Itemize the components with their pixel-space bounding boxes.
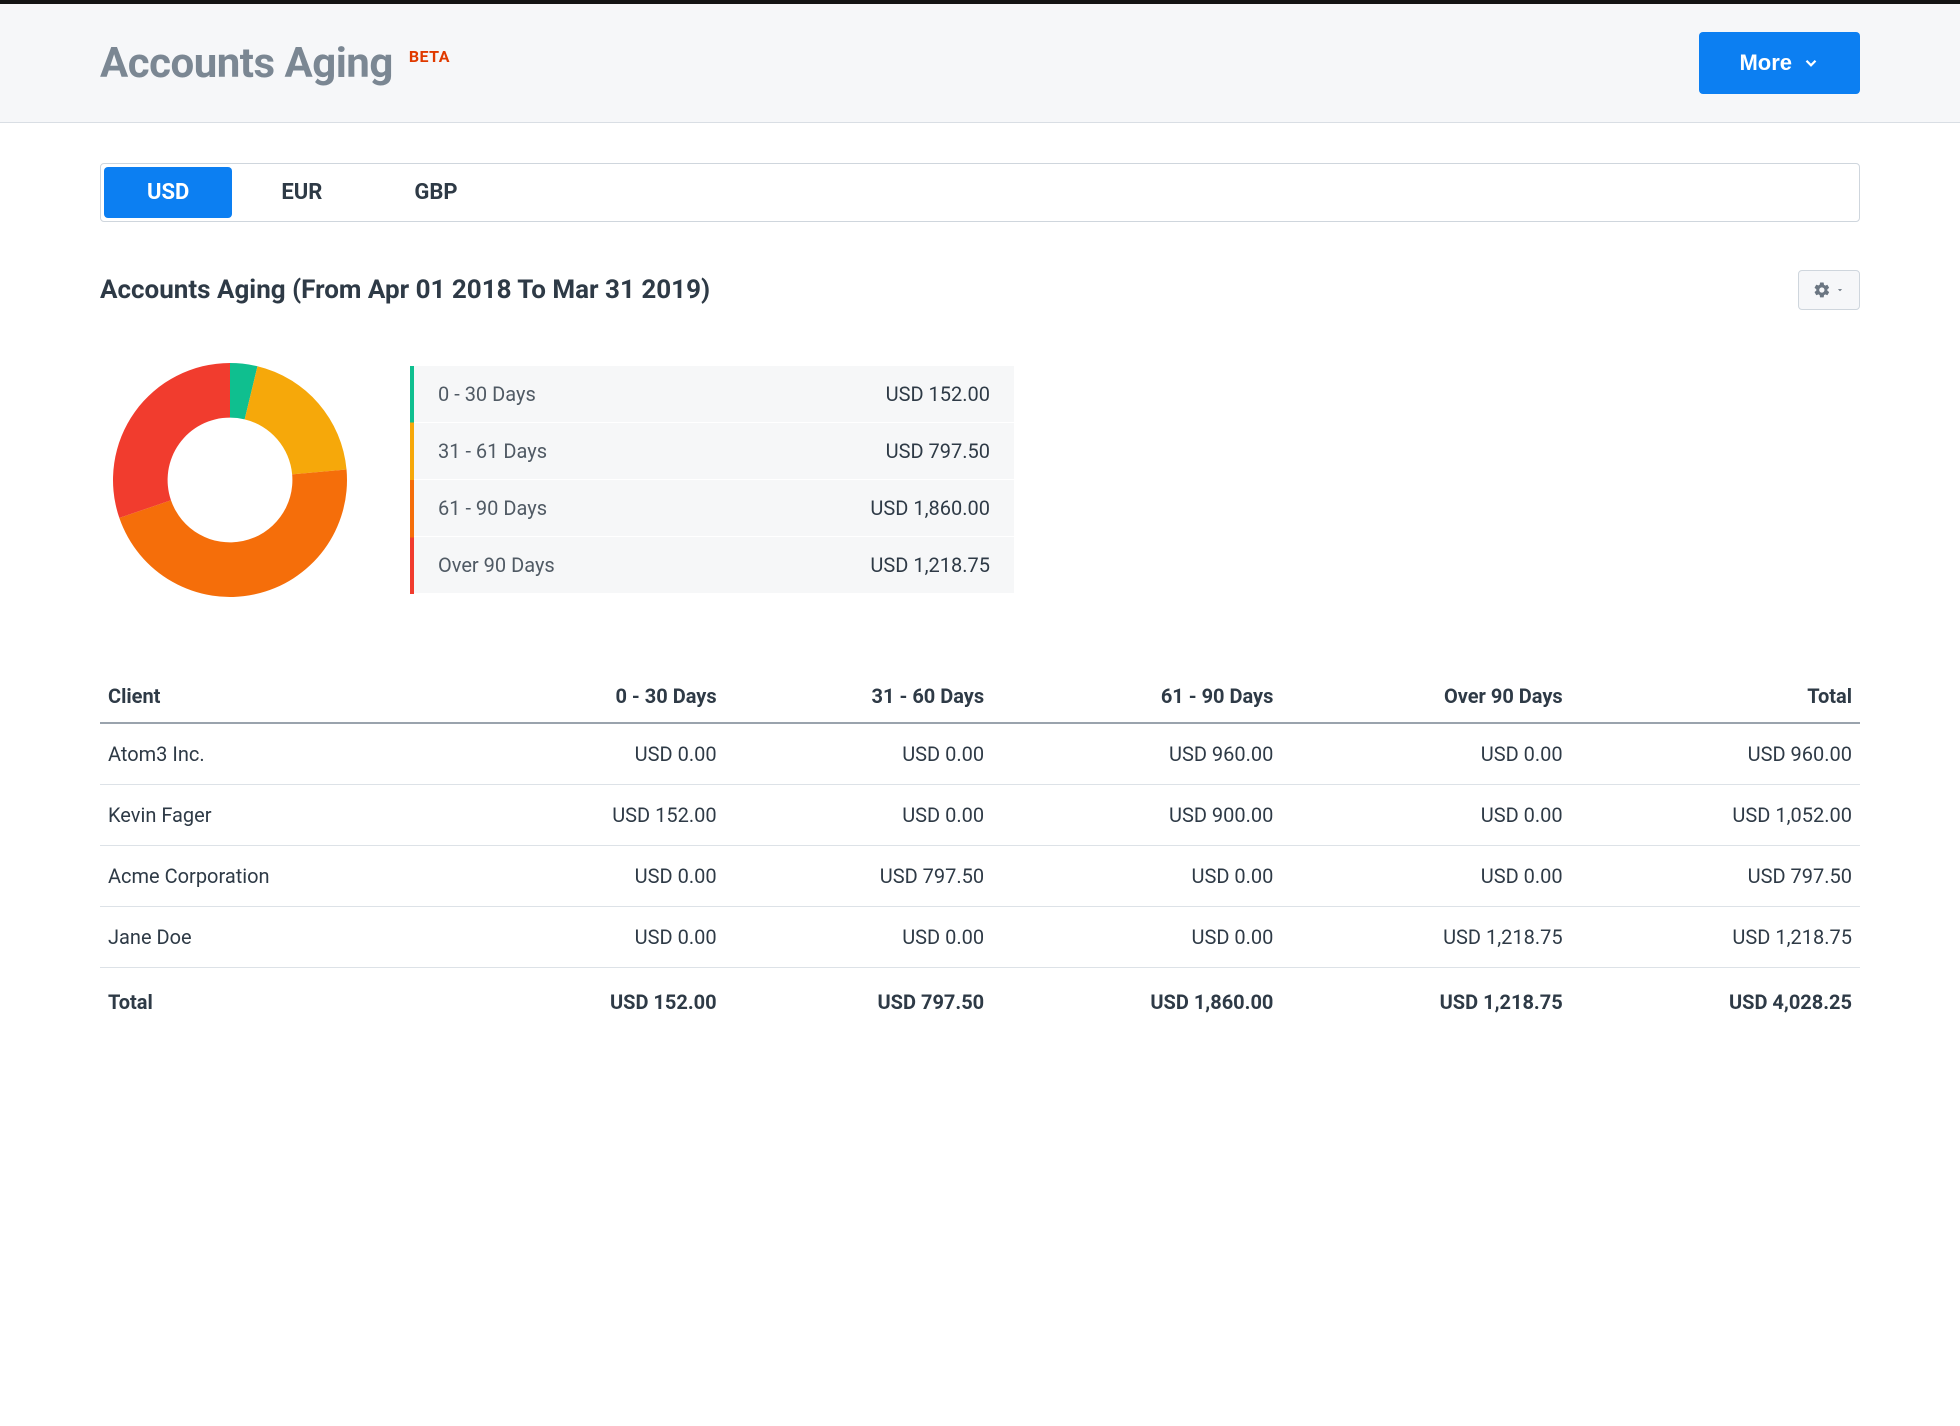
cell-value: USD 0.00 [725,785,993,846]
col-0-30: 0 - 30 Days [469,670,724,723]
chevron-down-icon [1802,54,1820,72]
cell-total-value: USD 4,028.25 [1571,968,1860,1033]
tab-usd[interactable]: USD [104,167,232,218]
table-row: Acme CorporationUSD 0.00USD 797.50USD 0.… [100,846,1860,907]
cell-total-value: USD 152.00 [469,968,724,1033]
cell-value: USD 1,052.00 [1571,785,1860,846]
settings-button[interactable] [1798,270,1860,310]
cell-value: USD 900.00 [992,785,1281,846]
legend-row: 0 - 30 Days USD 152.00 [414,366,1014,423]
cell-value: USD 0.00 [725,907,993,968]
cell-value: USD 0.00 [469,907,724,968]
cell-total-value: USD 797.50 [725,968,993,1033]
aging-legend: 0 - 30 Days USD 152.00 31 - 61 Days USD 797… [410,366,1014,594]
report-header: Accounts Aging (From Apr 01 2018 To Mar … [100,270,1860,310]
legend-value: USD 1,218.75 [870,553,990,577]
table-row: Atom3 Inc.USD 0.00USD 0.00USD 960.00USD … [100,723,1860,785]
legend-row: 61 - 90 Days USD 1,860.00 [414,480,1014,537]
legend-row: 31 - 61 Days USD 797.50 [414,423,1014,480]
legend-label: Over 90 Days [438,553,555,577]
summary-row: 0 - 30 Days USD 152.00 31 - 61 Days USD 797… [100,350,1860,610]
aging-donut-chart [100,350,360,610]
page-title-text: Accounts Aging [100,39,393,88]
col-client: Client [100,670,469,723]
cell-value: USD 0.00 [992,907,1281,968]
currency-tab-bar: USD EUR GBP [100,163,1860,222]
cell-client: Kevin Fager [100,785,469,846]
legend-label: 61 - 90 Days [438,496,547,520]
report-title: Accounts Aging (From Apr 01 2018 To Mar … [100,275,710,305]
legend-value: USD 152.00 [886,382,990,406]
cell-value: USD 960.00 [992,723,1281,785]
table-header-row: Client 0 - 30 Days 31 - 60 Days 61 - 90 … [100,670,1860,723]
legend-label: 31 - 61 Days [438,439,547,463]
col-31-60: 31 - 60 Days [725,670,993,723]
cell-value: USD 797.50 [1571,846,1860,907]
cell-value: USD 1,218.75 [1571,907,1860,968]
more-button-label: More [1739,50,1792,76]
caret-down-icon [1835,285,1845,295]
tab-gbp[interactable]: GBP [368,164,503,221]
cell-client: Atom3 Inc. [100,723,469,785]
beta-badge: BETA [409,47,450,66]
legend-label: 0 - 30 Days [438,382,536,406]
page-title: Accounts Aging BETA [100,39,450,88]
cell-value: USD 0.00 [1281,846,1570,907]
cell-value: USD 960.00 [1571,723,1860,785]
cell-total-value: USD 1,218.75 [1281,968,1570,1033]
cell-value: USD 1,218.75 [1281,907,1570,968]
legend-row: Over 90 Days USD 1,218.75 [414,537,1014,594]
cell-client: Jane Doe [100,907,469,968]
cell-value: USD 0.00 [725,723,993,785]
legend-value: USD 1,860.00 [870,496,990,520]
legend-value: USD 797.50 [886,439,990,463]
more-button[interactable]: More [1699,32,1860,94]
donut-slice [113,363,230,518]
col-over-90: Over 90 Days [1281,670,1570,723]
col-61-90: 61 - 90 Days [992,670,1281,723]
cell-total-label: Total [100,968,469,1033]
cell-value: USD 152.00 [469,785,724,846]
cell-value: USD 0.00 [469,723,724,785]
cell-value: USD 0.00 [469,846,724,907]
cell-value: USD 0.00 [992,846,1281,907]
cell-total-value: USD 1,860.00 [992,968,1281,1033]
table-row: Kevin FagerUSD 152.00USD 0.00USD 900.00U… [100,785,1860,846]
cell-value: USD 0.00 [1281,785,1570,846]
cell-value: USD 0.00 [1281,723,1570,785]
col-total: Total [1571,670,1860,723]
main-content: USD EUR GBP Accounts Aging (From Apr 01 … [0,123,1960,1092]
cell-client: Acme Corporation [100,846,469,907]
tab-eur[interactable]: EUR [235,164,368,221]
table-total-row: TotalUSD 152.00USD 797.50USD 1,860.00USD… [100,968,1860,1033]
table-row: Jane DoeUSD 0.00USD 0.00USD 0.00USD 1,21… [100,907,1860,968]
aging-table: Client 0 - 30 Days 31 - 60 Days 61 - 90 … [100,670,1860,1032]
donut-slice [245,366,347,474]
cell-value: USD 797.50 [725,846,993,907]
gear-icon [1813,281,1831,299]
page-header: Accounts Aging BETA More [0,0,1960,123]
